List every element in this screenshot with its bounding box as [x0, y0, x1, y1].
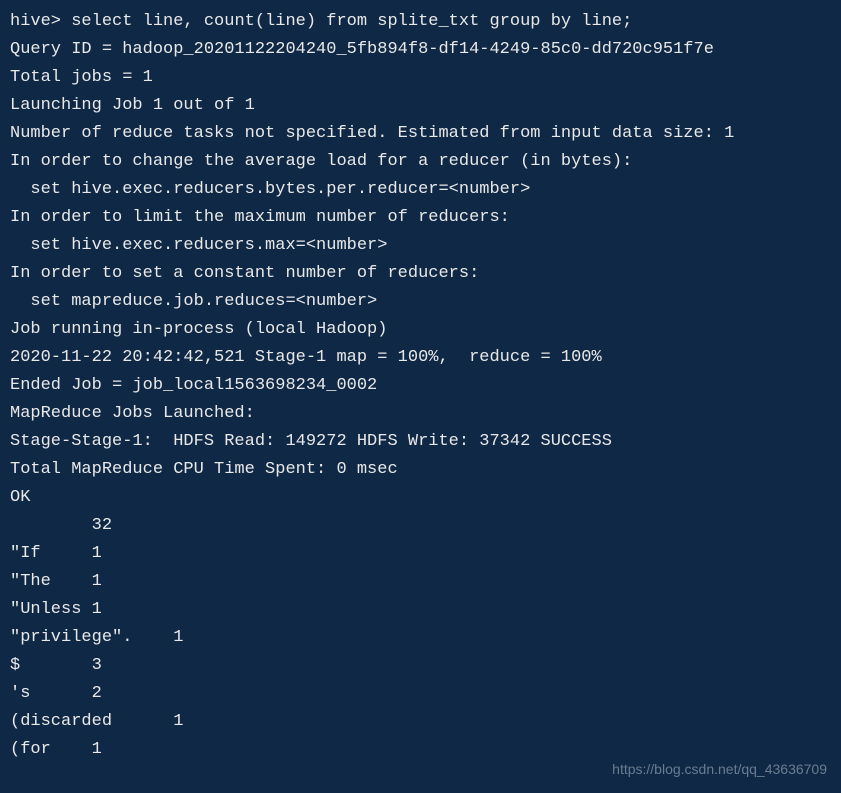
- output-line: In order to set a constant number of red…: [10, 260, 831, 288]
- watermark-text: https://blog.csdn.net/qq_43636709: [612, 755, 827, 783]
- output-line: Query ID = hadoop_20201122204240_5fb894f…: [10, 36, 831, 64]
- result-row: "privilege". 1: [10, 624, 831, 652]
- output-line: Job running in-process (local Hadoop): [10, 316, 831, 344]
- result-row: "Unless 1: [10, 596, 831, 624]
- output-line: OK: [10, 484, 831, 512]
- output-line: Number of reduce tasks not specified. Es…: [10, 120, 831, 148]
- output-line: 2020-11-22 20:42:42,521 Stage-1 map = 10…: [10, 344, 831, 372]
- result-row: $ 3: [10, 652, 831, 680]
- output-line: set hive.exec.reducers.max=<number>: [10, 232, 831, 260]
- output-line: Ended Job = job_local1563698234_0002: [10, 372, 831, 400]
- result-row: (discarded 1: [10, 708, 831, 736]
- output-line: set mapreduce.job.reduces=<number>: [10, 288, 831, 316]
- sql-command: select line, count(line) from splite_txt…: [71, 12, 632, 31]
- result-row: "The 1: [10, 568, 831, 596]
- output-line: Launching Job 1 out of 1: [10, 92, 831, 120]
- output-line: Total jobs = 1: [10, 64, 831, 92]
- result-row: "If 1: [10, 540, 831, 568]
- output-line: In order to change the average load for …: [10, 148, 831, 176]
- result-row: 's 2: [10, 680, 831, 708]
- output-line: In order to limit the maximum number of …: [10, 204, 831, 232]
- output-line: Stage-Stage-1: HDFS Read: 149272 HDFS Wr…: [10, 428, 831, 456]
- hive-prompt: hive>: [10, 12, 71, 31]
- output-line: set hive.exec.reducers.bytes.per.reducer…: [10, 176, 831, 204]
- result-row: 32: [10, 512, 831, 540]
- command-line: hive> select line, count(line) from spli…: [10, 8, 831, 36]
- output-line: MapReduce Jobs Launched:: [10, 400, 831, 428]
- query-results: 32"If 1"The 1"Unless 1"privilege". 1$ 3'…: [10, 512, 831, 764]
- terminal-output: hive> select line, count(line) from spli…: [10, 8, 831, 764]
- output-line: Total MapReduce CPU Time Spent: 0 msec: [10, 456, 831, 484]
